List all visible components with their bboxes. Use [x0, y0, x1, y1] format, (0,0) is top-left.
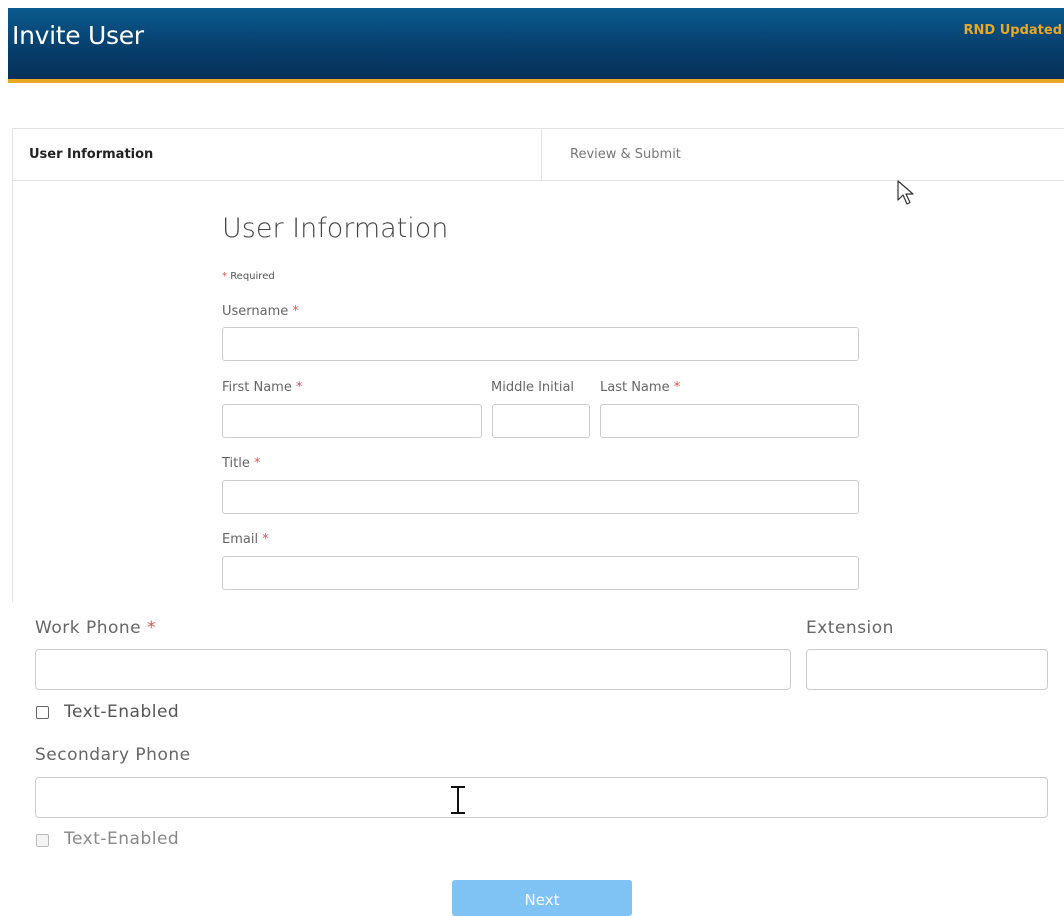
email-label: Email *: [222, 532, 269, 547]
first-name-label-text: First Name: [222, 380, 292, 395]
last-name-label: Last Name *: [600, 380, 680, 395]
email-label-text: Email: [222, 532, 259, 547]
email-input[interactable]: [222, 556, 859, 590]
mouse-pointer-icon: [897, 180, 914, 205]
next-button[interactable]: Next: [452, 880, 632, 916]
username-label: Username *: [222, 304, 299, 319]
tab-user-information[interactable]: User Information: [13, 129, 541, 180]
required-marker: *: [262, 532, 269, 547]
required-note-text: Required: [230, 271, 275, 282]
last-name-label-text: Last Name: [600, 380, 670, 395]
app-header: Invite User RND Updated: [8, 8, 1064, 83]
required-marker: *: [673, 380, 681, 395]
work-phone-text-enabled-label: Text-Enabled: [64, 702, 180, 722]
environment-label: RND Updated: [963, 23, 1062, 38]
title-input[interactable]: [222, 480, 859, 514]
first-name-input[interactable]: [222, 404, 482, 438]
username-label-text: Username: [222, 304, 289, 319]
required-marker: *: [222, 271, 227, 282]
page-title: Invite User: [12, 21, 144, 50]
work-phone-label: Work Phone *: [35, 618, 156, 638]
extension-label: Extension: [806, 618, 894, 638]
title-label: Title *: [222, 456, 261, 471]
header-accent-stripe: [8, 79, 1064, 83]
secondary-phone-label: Secondary Phone: [35, 745, 191, 765]
secondary-phone-text-enabled-checkbox[interactable]: [36, 834, 49, 847]
extension-input[interactable]: [806, 649, 1048, 690]
required-note: * Required: [222, 271, 275, 282]
tab-review-submit[interactable]: Review & Submit: [541, 129, 1064, 180]
required-marker: *: [147, 618, 157, 638]
username-input[interactable]: [222, 327, 859, 361]
title-label-text: Title: [222, 456, 250, 471]
middle-initial-label: Middle Initial: [491, 380, 575, 395]
work-phone-input[interactable]: [35, 649, 791, 690]
first-name-label: First Name *: [222, 380, 302, 395]
work-phone-text-enabled-checkbox[interactable]: [36, 706, 49, 719]
secondary-phone-text-enabled-label: Text-Enabled: [64, 829, 180, 849]
work-phone-label-text: Work Phone: [35, 618, 142, 638]
required-marker: *: [295, 380, 303, 395]
middle-initial-input[interactable]: [492, 404, 590, 438]
last-name-input[interactable]: [600, 404, 859, 438]
required-marker: *: [254, 456, 261, 471]
required-marker: *: [292, 304, 299, 319]
text-cursor-icon: [451, 786, 465, 814]
form-section-title: User Information: [222, 213, 449, 244]
wizard-tabs: User Information Review & Submit: [13, 129, 1064, 181]
secondary-phone-input[interactable]: [35, 777, 1048, 818]
